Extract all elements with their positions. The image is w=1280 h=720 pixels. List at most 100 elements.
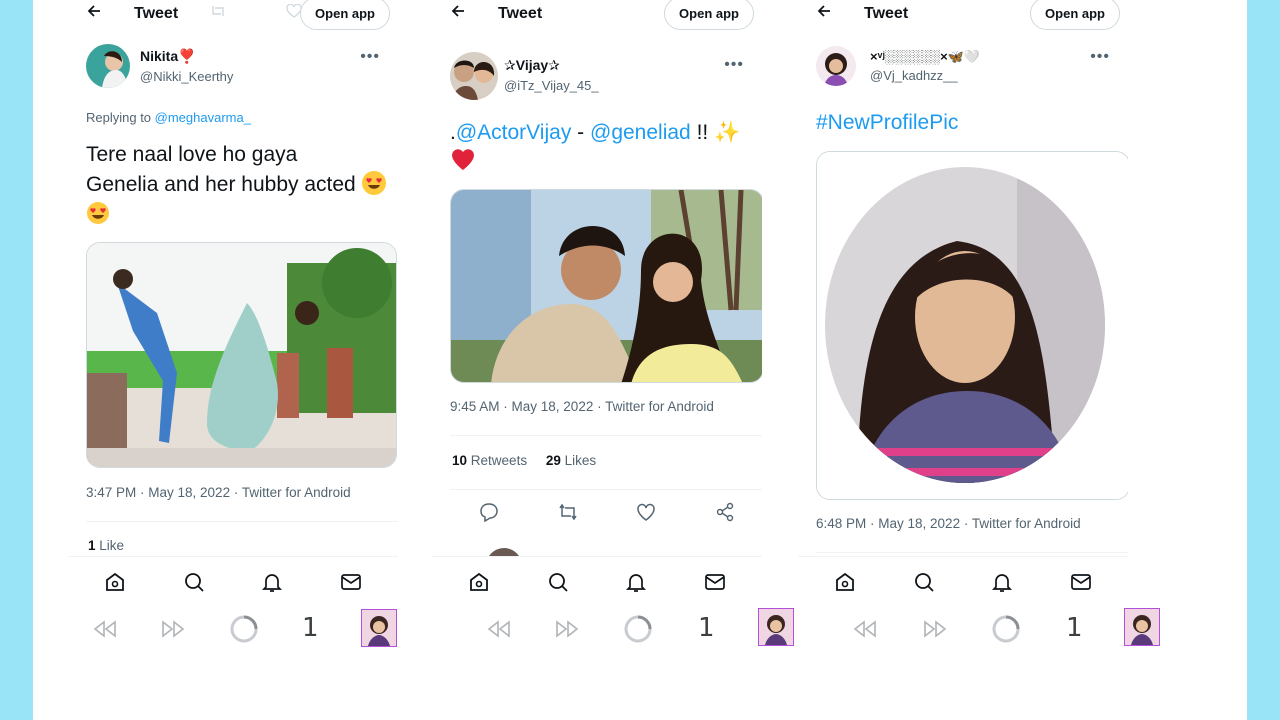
browser-control-bar: 1 [68,609,398,649]
like-label[interactable]: Like [99,538,124,553]
tweet-text-suffix: !! ✨ [690,121,741,144]
tweet-timestamp: 6:48 PM · May 18, 2022 · Twitter for And… [816,516,1081,531]
search-icon[interactable] [179,567,209,597]
tweet-text-line: Genelia and her hubby acted [86,173,356,196]
tweet-stats: 1 Like [88,538,124,553]
retweet-count[interactable]: 10 [452,453,467,468]
mention-link[interactable]: @geneliad [590,121,691,144]
fast-forward-icon[interactable] [160,617,186,641]
back-arrow-icon[interactable] [86,3,102,24]
bottom-navigation: 1 [798,556,1128,668]
tweet-timestamp: 9:45 AM · May 18, 2022 · Twitter for And… [450,399,714,414]
home-icon[interactable] [464,567,494,597]
page-title: Tweet [134,5,179,22]
reply-mention-link[interactable]: @meghavarma_ [155,110,251,125]
tweet-media-image[interactable] [450,189,762,383]
reply-icon[interactable] [477,500,501,524]
avatar[interactable] [86,44,130,88]
search-icon[interactable] [543,567,573,597]
replying-to-label: Replying to [86,110,155,125]
reload-spinner-icon[interactable] [622,613,654,645]
faded-retweet-icon [210,4,226,21]
open-app-button[interactable]: Open app [1030,0,1120,30]
notifications-bell-icon[interactable] [621,567,651,597]
heart-eyes-emoji-icon [361,171,386,195]
page-title: Tweet [498,5,543,22]
heart-eyes-emoji-icon [86,201,110,225]
divider [86,521,398,522]
tweet-text: Tere naal love ho gaya Genelia and her h… [86,140,386,230]
divider [450,435,762,436]
browser-control-bar: 1 [798,609,1128,649]
like-count[interactable]: 1 [88,538,96,553]
avatar[interactable] [816,46,856,86]
author-name: Nikita❣️ [140,48,196,64]
messages-envelope-icon[interactable] [700,567,730,597]
tweet-text-dash: - [571,121,590,144]
retweet-icon[interactable] [556,500,580,524]
search-icon[interactable] [909,567,939,597]
fast-forward-icon[interactable] [922,617,948,641]
divider [450,489,762,490]
replying-to: Replying to @meghavarma_ [86,110,251,125]
mention-link[interactable]: @ActorVijay [456,121,571,144]
open-app-button[interactable]: Open app [300,0,390,30]
author-name: ×ᵛʲ░░░░░░×🦋🤍 [870,49,981,64]
rewind-icon[interactable] [486,617,512,641]
twitter-tab-bar [432,567,762,597]
browser-control-bar: 1 [432,609,762,649]
home-icon[interactable] [100,567,130,597]
back-arrow-icon[interactable] [816,3,832,24]
tweet-media-image[interactable] [816,151,1128,500]
author-handle: @Nikki_Keerthy [140,69,234,84]
more-options-icon[interactable]: ••• [360,48,380,66]
back-arrow-icon[interactable] [450,3,466,24]
author-name: ✰Vijay✰ [504,57,560,73]
twitter-tab-bar [68,567,398,597]
twitter-tab-bar [798,567,1128,597]
tab-thumbnail-image[interactable] [1124,608,1160,646]
rewind-icon[interactable] [852,617,878,641]
share-icon[interactable] [713,500,737,524]
notifications-bell-icon[interactable] [257,567,287,597]
top-bar: Tweet Open app [798,0,1128,30]
tweet-timestamp: 3:47 PM · May 18, 2022 · Twitter for And… [86,485,351,500]
open-app-button[interactable]: Open app [664,0,754,30]
tab-count[interactable]: 1 [1066,613,1083,643]
rewind-icon[interactable] [92,617,118,641]
more-options-icon[interactable]: ••• [724,56,744,74]
tweet-text: .@ActorVijay - @geneliad !! ✨ [450,118,760,181]
bottom-navigation: 1 [68,556,398,668]
messages-envelope-icon[interactable] [336,567,366,597]
tab-count[interactable]: 1 [698,613,715,643]
tweet-text-line: Tere naal love ho gaya [86,143,298,166]
like-count[interactable]: 29 [546,453,561,468]
tweet-panel-nikita: Tweet Open app Nikita❣️ @Nikki_Keerthy •… [68,0,398,668]
tweet-stats: 10 Retweets 29 Likes [452,453,596,468]
tab-thumbnail-image[interactable] [758,608,794,646]
tweet-panel-vijay: Tweet Open app ✰Vijay✰ @iTz_Vijay_45_ ••… [432,0,762,668]
reload-spinner-icon[interactable] [990,613,1022,645]
reload-spinner-icon[interactable] [228,613,260,645]
bottom-navigation: 1 [432,556,762,668]
tweet-actions [450,500,762,524]
avatar[interactable] [450,52,498,100]
hashtag-link[interactable]: #NewProfilePic [816,111,958,134]
top-bar: Tweet Open app [68,0,398,30]
like-label[interactable]: Likes [565,453,597,468]
tweet-text: #NewProfilePic [816,108,1116,138]
notifications-bell-icon[interactable] [987,567,1017,597]
like-heart-icon[interactable] [634,500,658,524]
divider [816,552,1128,553]
more-options-icon[interactable]: ••• [1090,48,1110,66]
home-icon[interactable] [830,567,860,597]
tweet-media-image[interactable] [86,242,397,468]
fast-forward-icon[interactable] [554,617,580,641]
retweet-label[interactable]: Retweets [471,453,527,468]
page-title: Tweet [864,5,909,22]
tab-thumbnail-image[interactable] [361,609,397,647]
messages-envelope-icon[interactable] [1066,567,1096,597]
author-handle: @iTz_Vijay_45_ [504,78,599,93]
author-handle: @Vj_kadhzz__ [870,68,958,83]
tab-count[interactable]: 1 [302,613,319,643]
